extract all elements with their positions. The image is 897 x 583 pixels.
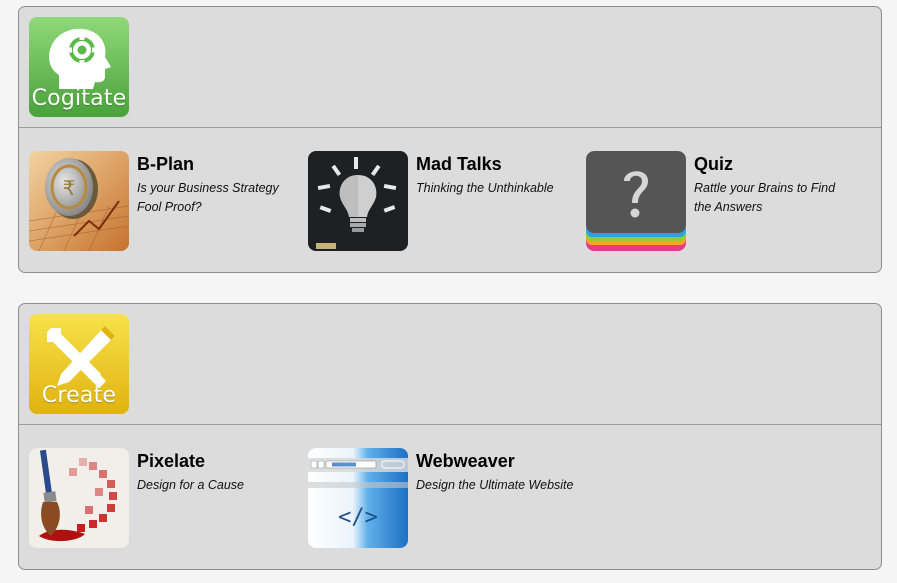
category-label: Cogitate	[31, 86, 127, 111]
category-panel-create: Create Pixelate Design for a Cause </> W…	[18, 303, 882, 570]
item-description: Is your Business Strategy Fool Proof?	[137, 181, 279, 214]
item-b-plan[interactable]: ₹ B-Plan Is your Business Strategy Fool …	[29, 151, 299, 253]
item-thumbnail: ₹	[29, 151, 129, 251]
item-title: Mad Talks	[416, 154, 502, 174]
svg-text:</>: </>	[338, 505, 378, 530]
category-header: Create	[19, 304, 881, 425]
lightbulb-chalk-icon	[308, 151, 408, 251]
category-cogitate-button[interactable]: Cogitate	[29, 17, 129, 117]
coin-chart-icon: ₹	[29, 151, 129, 251]
item-thumbnail: </>	[308, 448, 408, 548]
item-description: Design the Ultimate Website	[416, 478, 574, 492]
item-thumbnail	[586, 151, 686, 251]
item-quiz[interactable]: Quiz Rattle your Brains to Find the Answ…	[586, 151, 856, 253]
item-thumbnail	[308, 151, 408, 251]
item-title: Webweaver	[416, 451, 515, 471]
item-description: Design for a Cause	[137, 478, 245, 492]
category-label: Create	[41, 383, 117, 408]
item-list: Pixelate Design for a Cause </> Webweave…	[19, 426, 881, 569]
item-mad-talks[interactable]: Mad Talks Thinking the Unthinkable	[308, 151, 578, 253]
browser-code-icon: </>	[308, 448, 408, 548]
item-description: Thinking the Unthinkable	[416, 181, 554, 195]
svg-text:₹: ₹	[63, 176, 76, 200]
category-create-button[interactable]: Create	[29, 314, 129, 414]
item-pixelate[interactable]: Pixelate Design for a Cause	[29, 448, 299, 550]
item-title: B-Plan	[137, 154, 195, 174]
item-description: Rattle your Brains to Find the Answers	[694, 181, 836, 214]
category-header: Cogitate	[19, 7, 881, 128]
item-title: Quiz	[694, 154, 733, 174]
paintbrush-pixels-icon	[29, 448, 129, 548]
item-webweaver[interactable]: </> Webweaver Design the Ultimate Websit…	[308, 448, 578, 550]
category-panel-cogitate: Cogitate ₹ B-Plan Is your Business Strat…	[18, 6, 882, 273]
item-title: Pixelate	[137, 451, 206, 471]
question-mark-icon	[586, 151, 686, 251]
item-list: ₹ B-Plan Is your Business Strategy Fool …	[19, 129, 881, 272]
item-thumbnail	[29, 448, 129, 548]
